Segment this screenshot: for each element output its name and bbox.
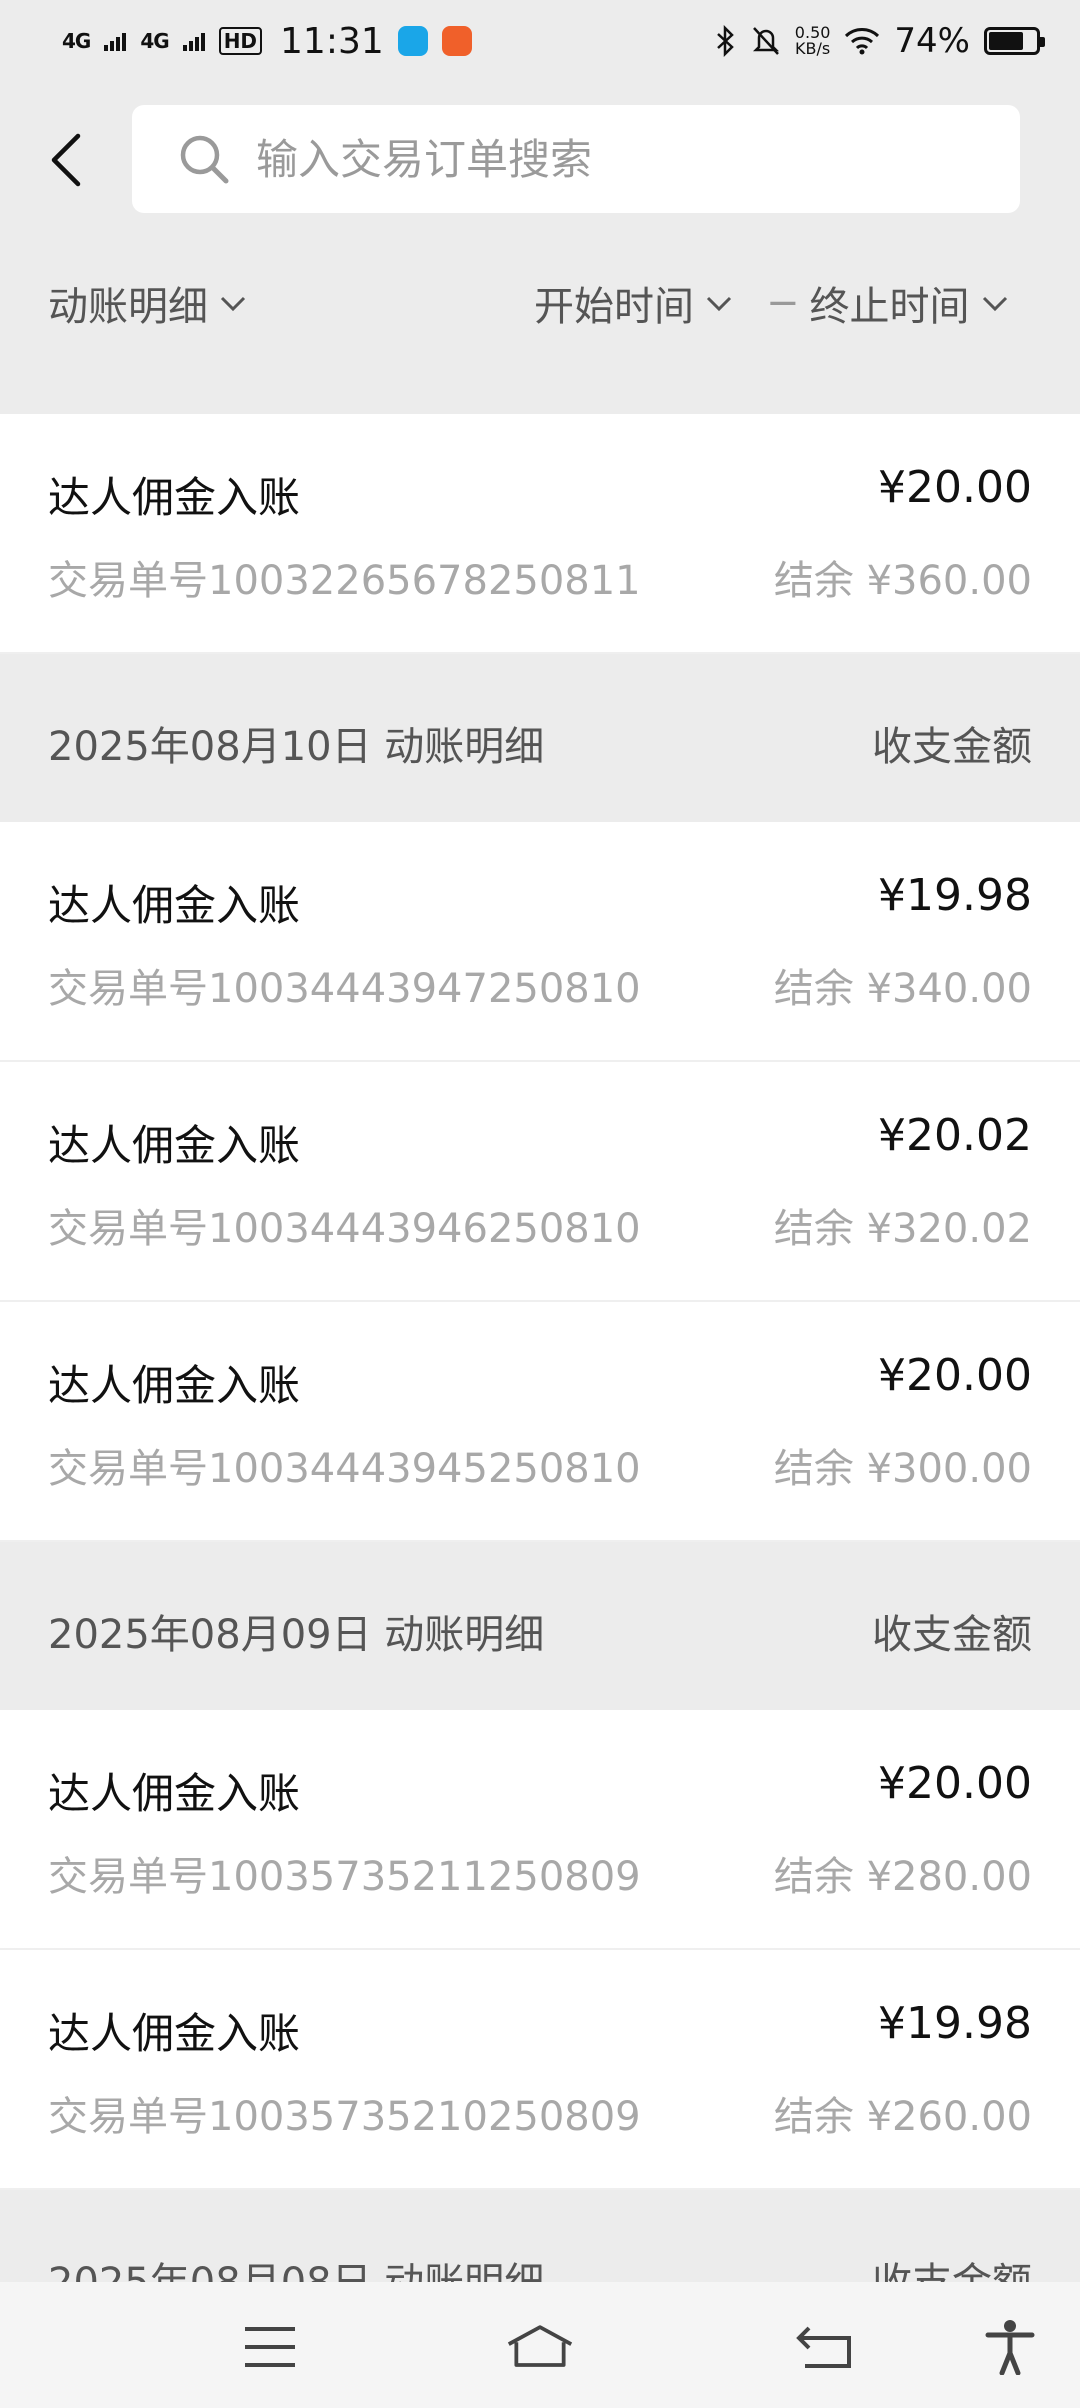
- menu-icon: [245, 2327, 295, 2367]
- list-item[interactable]: 达人佣金入账 ¥20.00 交易单号10034443945250810 结余 ¥…: [0, 1302, 1080, 1542]
- signal-4g-2: 4G: [140, 29, 169, 53]
- system-navigation-bar: [0, 2282, 1080, 2408]
- status-bar: 4G 4G HD 11:31 0.50 KB/s 74%: [0, 0, 1080, 82]
- transaction-amount: ¥20.02: [878, 1110, 1032, 1161]
- balance: 结余 ¥280.00: [773, 1854, 1032, 1900]
- accessibility-button[interactable]: [975, 2312, 1045, 2382]
- order-number: 交易单号10034443947250810: [48, 966, 641, 1012]
- order-number: 交易单号1003226567825081​1: [48, 558, 641, 604]
- balance: 结余 ¥300.00: [773, 1446, 1032, 1492]
- start-time-filter[interactable]: 开始时间: [534, 274, 734, 332]
- order-number: 交易单号10034443946250810: [48, 1206, 641, 1252]
- balance: 结余 ¥260.00: [773, 2094, 1032, 2140]
- battery-icon: [984, 27, 1045, 55]
- search-bar[interactable]: [132, 105, 1020, 213]
- order-number: 交易单号10035735211250809: [48, 1854, 641, 1900]
- transaction-list: 达人佣金入账 ¥20.00 交易单号1003226567825081​1 结余 …: [0, 414, 1080, 2358]
- section-date: 2025年08月09日 动账明细: [48, 1612, 545, 1658]
- transaction-amount: ¥20.00: [878, 1758, 1032, 1809]
- chevron-down-icon: [982, 296, 1007, 312]
- transaction-amount: ¥19.98: [878, 870, 1032, 921]
- signal-bars-icon: [182, 33, 205, 51]
- transaction-title: 达人佣金入账: [48, 1121, 301, 1170]
- list-item[interactable]: 达人佣金入账 ¥19.98 交易单号10035735210250809 结余 ¥…: [0, 1950, 1080, 2190]
- signal-4g-1: 4G: [62, 29, 91, 53]
- date-section-header: 2025年08月10日 动账明细 收支金额: [0, 654, 1080, 822]
- date-section-header: 2025年08月09日 动账明细 收支金额: [0, 1542, 1080, 1710]
- transaction-title: 达人佣金入账: [48, 881, 301, 930]
- list-item[interactable]: 达人佣金入账 ¥19.98 交易单号10034443947250810 结余 ¥…: [0, 822, 1080, 1062]
- accessibility-icon: [985, 2320, 1035, 2375]
- signal-bars-icon: [104, 33, 127, 51]
- return-icon: [796, 2326, 851, 2368]
- balance: 结余 ¥360.00: [773, 558, 1032, 604]
- balance: 结余 ¥320.02: [773, 1206, 1032, 1252]
- transaction-title: 达人佣金入账: [48, 1769, 301, 1818]
- app-notification-icon: [441, 26, 472, 56]
- list-item[interactable]: 达人佣金入账 ¥20.02 交易单号10034443946250810 结余 ¥…: [0, 1062, 1080, 1302]
- start-time-label: 开始时间: [534, 284, 694, 330]
- end-time-label: 终止时间: [809, 284, 970, 330]
- back-button[interactable]: [40, 120, 90, 200]
- home-button[interactable]: [505, 2312, 575, 2382]
- list-item[interactable]: 达人佣金入账 ¥20.00 交易单号10035735211250809 结余 ¥…: [0, 1710, 1080, 1950]
- back-nav-button[interactable]: [790, 2312, 860, 2382]
- app-notification-icon: [397, 26, 428, 56]
- chevron-down-icon: [220, 296, 246, 312]
- mute-bell-icon: [752, 27, 779, 55]
- range-separator: −: [766, 280, 800, 326]
- transaction-amount: ¥20.00: [878, 462, 1032, 513]
- order-number: 交易单号10035735210250809: [48, 2094, 641, 2140]
- order-number: 交易单号10034443945250810: [48, 1446, 641, 1492]
- hd-voice-badge: HD: [218, 27, 263, 55]
- transaction-amount: ¥20.00: [878, 1350, 1032, 1401]
- transaction-title: 达人佣金入账: [48, 473, 301, 522]
- transaction-title: 达人佣金入账: [48, 1361, 301, 1410]
- clock: 11:31: [280, 20, 384, 62]
- list-item[interactable]: 达人佣金入账 ¥20.00 交易单号1003226567825081​1 结余 …: [0, 414, 1080, 654]
- type-filter[interactable]: 动账明细: [48, 274, 248, 332]
- filter-bar: 动账明细 开始时间 − 终止时间: [0, 250, 1080, 350]
- type-filter-label: 动账明细: [48, 284, 208, 330]
- search-icon: [180, 135, 229, 184]
- network-speed: 0.50 KB/s: [794, 23, 831, 58]
- home-icon: [507, 2325, 573, 2367]
- section-column-label: 收支金额: [872, 1612, 1032, 1658]
- chevron-down-icon: [706, 296, 732, 312]
- transaction-amount: ¥19.98: [878, 1998, 1032, 2049]
- back-arrow-icon: [51, 133, 81, 187]
- end-time-filter[interactable]: − 终止时间: [766, 274, 1010, 332]
- search-input[interactable]: [254, 133, 958, 185]
- balance: 结余 ¥340.00: [773, 966, 1032, 1012]
- bluetooth-icon: [716, 25, 734, 57]
- menu-button[interactable]: [235, 2312, 305, 2382]
- wifi-icon: [845, 28, 880, 55]
- transaction-title: 达人佣金入账: [48, 2009, 301, 2058]
- section-date: 2025年08月10日 动账明细: [48, 724, 545, 770]
- battery-percent: 74%: [894, 21, 970, 61]
- section-column-label: 收支金额: [872, 724, 1032, 770]
